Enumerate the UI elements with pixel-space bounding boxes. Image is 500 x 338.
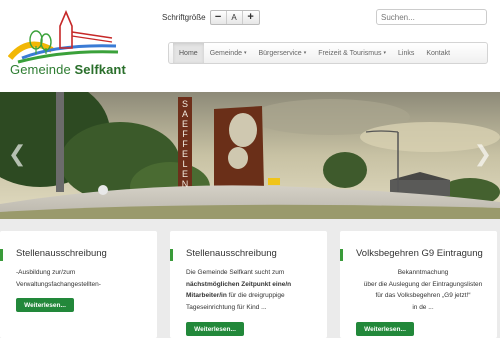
card-text-line: Bekanntmachung <box>397 269 449 276</box>
font-reset-button[interactable]: A <box>227 10 243 24</box>
sign-letter: E <box>182 169 188 179</box>
card-text-line: über die Auslegung der Eintragungslisten <box>363 280 483 288</box>
sign-letter: N <box>182 179 189 189</box>
card-title: Stellenausschreibung <box>186 248 277 259</box>
nav-item-links[interactable]: Links <box>392 43 420 63</box>
nav-item-home[interactable]: Home <box>173 43 204 63</box>
card-accent-bar <box>340 249 343 261</box>
news-card: Stellenausschreibung -Ausbildung zur/zum… <box>0 231 157 338</box>
card-text-line: Verwaltungsfachangestellten- <box>16 280 101 288</box>
card-body: Die Gemeinde Selfkant sucht zum nächstmö… <box>186 267 320 313</box>
sign-lettering: SAEFFELEN <box>182 99 189 189</box>
card-text-line: -Ausbildung zur/zum <box>16 269 76 276</box>
nav-item-kontakt[interactable]: Kontakt <box>420 43 456 63</box>
nav-item-freizeit-tourismus[interactable]: Freizeit & Tourismus ▾ <box>312 43 392 63</box>
sign-letter: S <box>182 99 188 109</box>
read-more-button[interactable]: Weiterlesen... <box>356 322 414 336</box>
sign-letter: F <box>182 139 188 149</box>
sign-letter: L <box>182 159 187 169</box>
card-text-line: Die Gemeinde Selfkant sucht zum <box>186 269 285 276</box>
chevron-down-icon: ▾ <box>383 50 386 56</box>
card-text-bold: nächstmöglichen Zeitpunkt eine/n <box>186 280 292 288</box>
read-more-button[interactable]: Weiterlesen... <box>186 322 244 336</box>
sign-letter: E <box>182 149 188 159</box>
slider-next-arrow[interactable]: ❯ <box>474 142 492 167</box>
sign-letter: E <box>182 119 188 129</box>
card-text-line: in de ... <box>412 303 434 311</box>
font-decrease-button[interactable]: − <box>211 10 227 24</box>
main-nav: Home Gemeinde ▾ Bürgerservice ▾ Freizeit &… <box>168 42 488 64</box>
card-text-line: für die dreigruppige <box>226 292 285 299</box>
font-size-controls: Schriftgröße − A + <box>162 9 260 25</box>
card-accent-bar <box>170 249 173 261</box>
chevron-down-icon: ▾ <box>303 50 307 56</box>
search-input[interactable] <box>376 9 487 25</box>
nav-item-buergerservice[interactable]: Bürgerservice ▾ <box>253 43 313 63</box>
card-text-line: Tageseinrichtung für Kind ... <box>186 303 267 311</box>
news-card: Stellenausschreibung Die Gemeinde Selfka… <box>170 231 327 338</box>
sign-letter: A <box>182 109 188 119</box>
card-title: Volksbegehren G9 Eintragung <box>356 248 483 259</box>
slider-prev-arrow[interactable]: ❮ <box>8 142 26 167</box>
card-accent-bar <box>0 249 3 261</box>
sign-letter: F <box>182 129 188 139</box>
card-body: Bekanntmachung über die Auslegung der Ei… <box>356 267 490 313</box>
logo[interactable]: Gemeinde Selfkant <box>8 6 126 77</box>
font-size-button-group: − A + <box>209 9 260 25</box>
card-text-line: für das Volksbegehren „G9 jetzt!“ <box>375 292 471 299</box>
hero-slider[interactable]: SAEFFELEN ❮ ❯ <box>0 92 500 219</box>
card-text-bold: Mitarbeiter/in <box>186 292 227 299</box>
font-size-label: Schriftgröße <box>162 12 206 22</box>
card-title: Stellenausschreibung <box>16 248 107 259</box>
header: Gemeinde Selfkant Schriftgröße − A + Hom… <box>0 0 500 90</box>
logo-graphic-icon <box>8 9 119 64</box>
news-card: Volksbegehren G9 Eintragung Bekanntmachu… <box>340 231 497 338</box>
card-body: -Ausbildung zur/zum Verwaltungsfachanges… <box>16 267 150 290</box>
read-more-button[interactable]: Weiterlesen... <box>16 298 74 312</box>
nav-item-gemeinde[interactable]: Gemeinde ▾ <box>204 43 253 63</box>
chevron-down-icon: ▾ <box>243 50 247 56</box>
logo-text: Gemeinde Selfkant <box>10 62 126 77</box>
font-increase-button[interactable]: + <box>243 11 259 24</box>
